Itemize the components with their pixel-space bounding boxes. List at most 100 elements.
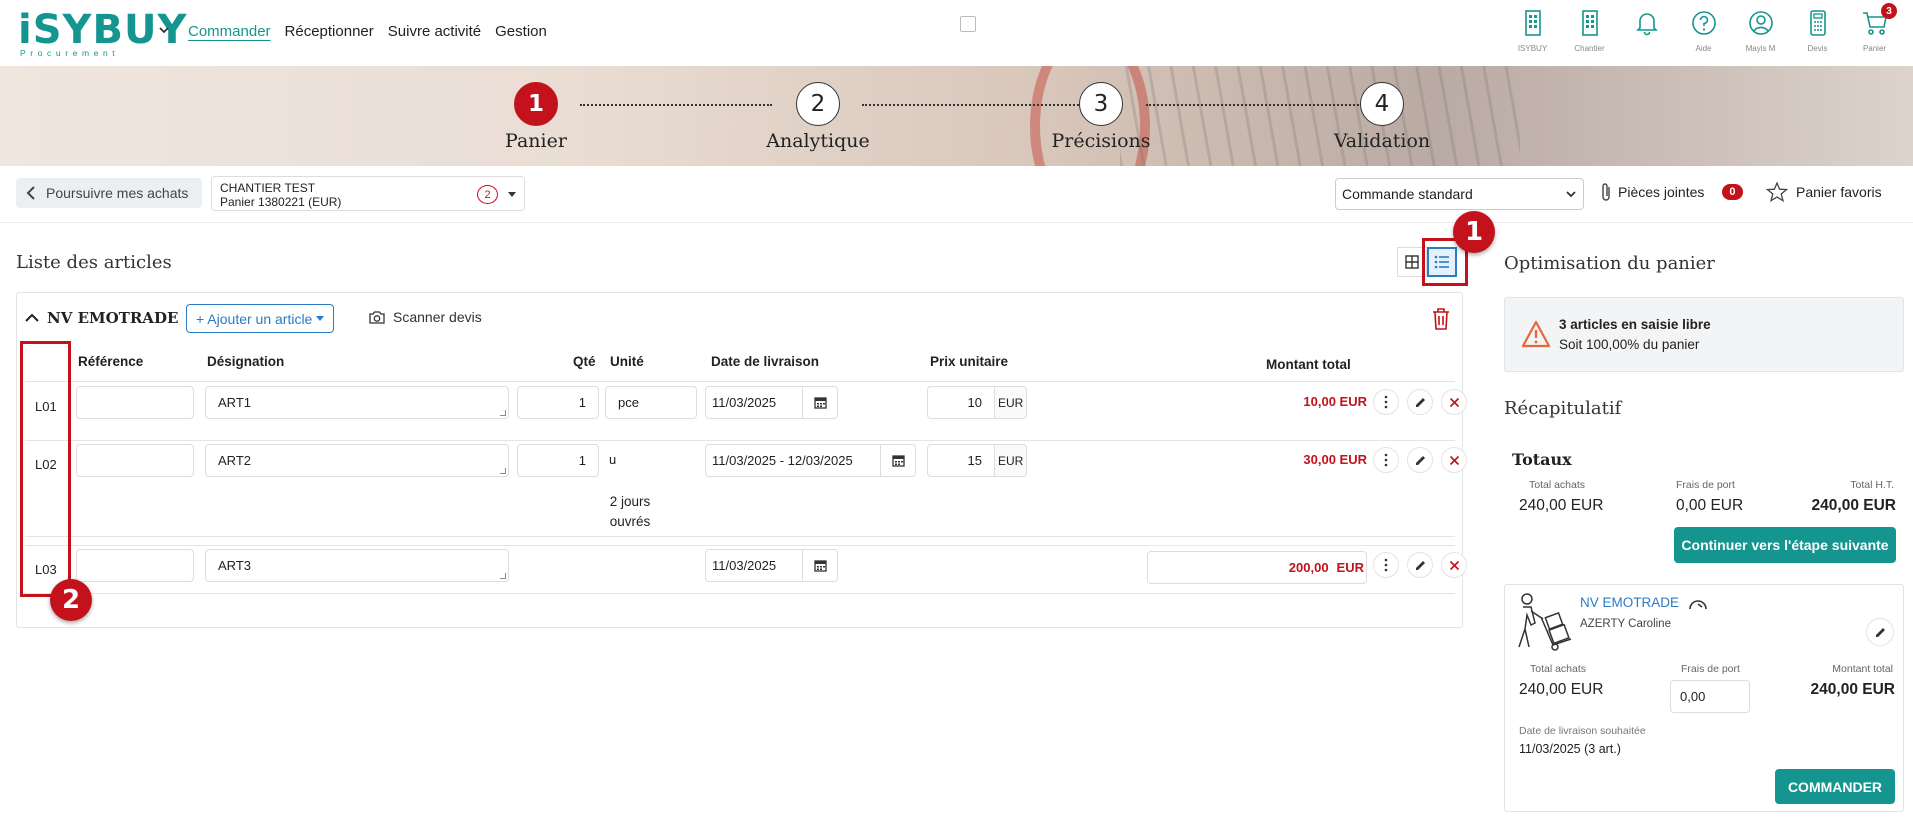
reference-input[interactable]	[76, 444, 194, 477]
edit-supplier-button[interactable]	[1866, 618, 1894, 646]
step-analytique[interactable]: 2 Analytique	[738, 82, 898, 152]
qty-input[interactable]: 1	[517, 386, 599, 419]
delivery-date-input[interactable]: 11/03/2025	[705, 386, 803, 419]
more-actions-button[interactable]	[1373, 447, 1399, 473]
quotes-label: Devis	[1807, 44, 1828, 53]
order-type-select[interactable]: Commande standard	[1335, 178, 1584, 210]
step-number: 3	[1079, 82, 1123, 126]
cart-toolbar: Poursuivre mes achats CHANTIER TEST Pani…	[0, 167, 1913, 223]
step-label: Panier	[505, 130, 567, 152]
step-label: Analytique	[766, 130, 870, 152]
reference-input[interactable]	[76, 386, 194, 419]
favorite-carts-label: Panier favoris	[1796, 184, 1882, 200]
calendar-button[interactable]	[802, 386, 838, 419]
more-actions-button[interactable]	[1373, 552, 1399, 578]
step-validation[interactable]: 4 Validation	[1302, 82, 1462, 152]
step-number: 4	[1360, 82, 1404, 126]
callout-marker: 2	[50, 579, 92, 621]
col-reference: Référence	[78, 354, 144, 369]
card-shipping-label: Frais de port	[1681, 663, 1740, 675]
help-button[interactable]: Aide	[1675, 8, 1732, 53]
step-panier[interactable]: 1 Panier	[456, 82, 616, 152]
user-button[interactable]: Mayis M	[1732, 8, 1789, 53]
card-supplier-name[interactable]: NV EMOTRADE	[1580, 595, 1679, 610]
nav-gestion[interactable]: Gestion	[495, 23, 547, 40]
nav-receptionner[interactable]: Réceptionner	[285, 23, 374, 40]
card-total-purchases-value: 240,00 EUR	[1519, 681, 1604, 698]
delivery-date-input[interactable]: 11/03/2025	[705, 549, 803, 582]
quotes-button[interactable]: Devis	[1789, 8, 1846, 53]
delete-line-button[interactable]	[1441, 389, 1467, 415]
caret-down-icon	[316, 316, 325, 321]
qty-input[interactable]: 1	[517, 444, 599, 477]
col-delivery: Date de livraison	[711, 354, 820, 369]
supplier-header[interactable]: NV EMOTRADE	[25, 309, 178, 327]
delete-line-button[interactable]	[1441, 447, 1467, 473]
nav-commander[interactable]: Commander	[188, 23, 271, 40]
reference-input[interactable]	[76, 549, 194, 582]
shipping-cost-input[interactable]: 0,00	[1670, 680, 1750, 713]
desired-delivery-label: Date de livraison souhaitée	[1519, 725, 1646, 737]
cart-button[interactable]: 3 Panier	[1846, 3, 1903, 53]
unit-price-input[interactable]: 10	[927, 386, 995, 419]
user-label: Mayis M	[1745, 44, 1776, 53]
continue-shopping-button[interactable]: Poursuivre mes achats	[16, 178, 203, 208]
pencil-icon	[1875, 627, 1885, 637]
resize-handle[interactable]	[500, 468, 506, 474]
favorite-carts-button[interactable]: Panier favoris	[1766, 182, 1882, 202]
summary-title: Récapitulatif	[1504, 398, 1622, 419]
resize-handle[interactable]	[500, 410, 506, 416]
isybuy-building-button[interactable]: ISYBUY	[1504, 8, 1561, 53]
desired-delivery-value: 11/03/2025 (3 art.)	[1519, 742, 1621, 756]
designation-input[interactable]: ART1	[205, 386, 509, 419]
star-icon	[1766, 182, 1788, 202]
building-icon	[1524, 10, 1541, 36]
cart-site: CHANTIER TEST	[220, 181, 316, 195]
scan-quote-button[interactable]: Scanner devis	[369, 309, 482, 325]
currency-addon: EUR	[995, 386, 1028, 419]
unit-input[interactable]: pce	[605, 386, 697, 419]
chevron-down-icon	[1566, 191, 1576, 198]
warning-icon	[1521, 320, 1551, 348]
attachments-label: Pièces jointes	[1618, 184, 1705, 200]
more-actions-button[interactable]	[1373, 389, 1399, 415]
cart-optimization-title: Optimisation du panier	[1504, 253, 1715, 274]
unit-price-input[interactable]: 15	[927, 444, 995, 477]
cart-count-badge: 2	[477, 185, 498, 204]
row-divider	[25, 381, 1455, 382]
chantier-building-button[interactable]: Chantier	[1561, 8, 1618, 53]
step-number: 2	[796, 82, 840, 126]
designation-input[interactable]: ART2	[205, 444, 509, 477]
attachments-button[interactable]: Pièces jointes 0	[1600, 182, 1743, 202]
edit-line-button[interactable]	[1407, 389, 1433, 415]
edit-line-button[interactable]	[1407, 552, 1433, 578]
designation-input[interactable]: ART3	[205, 549, 509, 582]
kebab-icon	[1384, 395, 1388, 409]
attachments-count-badge: 0	[1722, 184, 1743, 200]
notifications-button[interactable]	[1618, 8, 1675, 53]
cart-selector[interactable]: CHANTIER TEST Panier 1380221 (EUR) 2	[211, 176, 525, 211]
order-button[interactable]: COMMANDER	[1775, 769, 1895, 804]
building-icon	[1581, 10, 1598, 36]
chantier-label: Chantier	[1574, 44, 1605, 53]
chevron-down-icon[interactable]	[158, 24, 170, 36]
row-divider	[25, 440, 1455, 441]
add-article-button[interactable]: + Ajouter un article	[186, 304, 335, 333]
col-unit-price: Prix unitaire	[930, 354, 1009, 369]
camera-icon	[369, 311, 385, 324]
card-total-purchases-label: Total achats	[1530, 663, 1587, 675]
scan-quote-label: Scanner devis	[393, 309, 482, 325]
calendar-button[interactable]	[880, 444, 916, 477]
nav-suivre-activite[interactable]: Suivre activité	[388, 23, 481, 40]
calendar-icon	[813, 397, 827, 409]
line-total-input[interactable]: 200,00 EUR	[1147, 551, 1367, 584]
trash-icon[interactable]	[1430, 307, 1452, 331]
edit-line-button[interactable]	[1407, 447, 1433, 473]
delivery-date-range-input[interactable]: 11/03/2025 - 12/03/2025	[705, 444, 881, 477]
step-precisions[interactable]: 3 Précisions	[1021, 82, 1181, 152]
continue-next-step-button[interactable]: Continuer vers l'étape suivante	[1674, 527, 1896, 563]
delete-line-button[interactable]	[1441, 552, 1467, 578]
broken-image-icon	[960, 16, 976, 32]
resize-handle[interactable]	[500, 573, 506, 579]
calendar-button[interactable]	[802, 549, 838, 582]
